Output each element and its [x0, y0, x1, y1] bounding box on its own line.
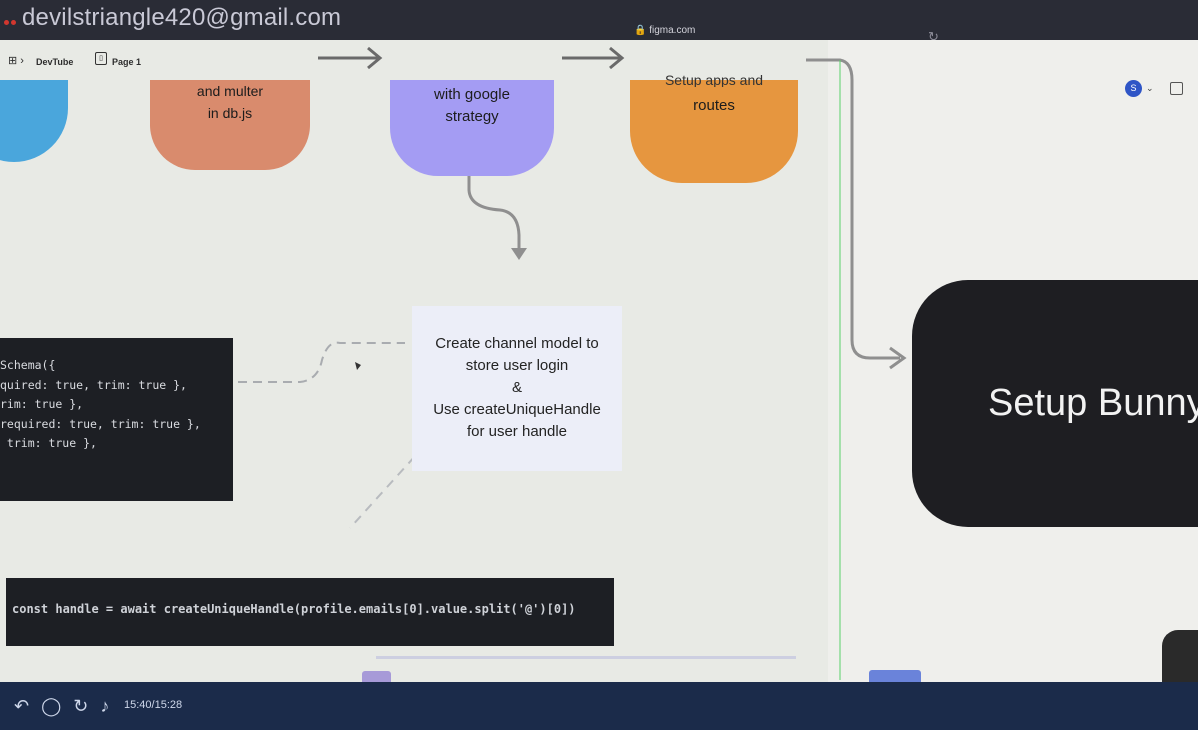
note-line: store user login [465, 357, 569, 374]
flow-node-db-multer[interactable]: and multer in db.js [150, 80, 310, 170]
code-line: Schema({ [0, 358, 56, 372]
code-line: trim: true }, [0, 436, 97, 450]
taskbar-time: 15:40/15:28 [124, 699, 183, 711]
page-selector[interactable]: Page 1 [112, 57, 141, 67]
sticky-note-channel-model[interactable]: Create channel model to store user login… [412, 306, 622, 471]
setup-title: Setup Bunny [988, 382, 1198, 424]
volume-icon[interactable]: ♪ [100, 696, 109, 716]
code-block-schema[interactable]: Schema({ quired: true, trim: true }, rim… [0, 338, 233, 501]
node-google-line1: with google [434, 86, 510, 103]
flow-node-routes[interactable]: Setup apps and routes [630, 73, 798, 183]
note-line: Create channel model to [435, 335, 599, 352]
code-block-handle[interactable]: const handle = await createUniqueHandle(… [6, 578, 614, 646]
url-bar[interactable]: 🔒 figma.com [634, 25, 695, 36]
device-edge [1162, 630, 1198, 682]
flow-node-google-strategy[interactable]: with google strategy [390, 80, 554, 176]
node-routes-line2: routes [693, 97, 735, 114]
window-controls[interactable] [4, 12, 18, 30]
account-email: devilstriangle420@gmail.com [22, 4, 342, 31]
flow-node-setup-bunny[interactable]: Setup Bunny [912, 280, 1198, 527]
note-line: & [511, 379, 522, 396]
avatar[interactable]: S [1125, 80, 1142, 97]
figma-canvas[interactable]: and multer in db.js with google strategy… [0, 40, 1198, 682]
faded-hint-text [376, 653, 796, 662]
note-line: Use createUniqueHandle [433, 401, 601, 418]
refresh-icon[interactable]: ↻ [73, 696, 88, 716]
minimize-dot-icon[interactable] [11, 20, 16, 25]
flow-node-blue[interactable] [0, 80, 68, 162]
node-db-line1: and multer [196, 83, 264, 99]
status-badge [869, 670, 921, 682]
node-db-line2: in db.js [207, 105, 253, 121]
note-line: for user handle [466, 423, 568, 440]
chevron-down-icon[interactable]: ⌄ [1146, 83, 1154, 94]
os-taskbar: ↶ ◯ ↻ ♪ 15:40/15:28 [0, 682, 1198, 730]
code-line: required: true, trim: true }, [0, 416, 201, 431]
file-name[interactable]: DevTube [36, 57, 73, 67]
close-dot-icon[interactable] [4, 20, 9, 25]
code-line: rim: true }, [0, 397, 84, 411]
back-icon[interactable]: ↶ [14, 696, 29, 716]
code-line: const handle = await createUniqueHandle(… [12, 602, 576, 616]
home-icon[interactable]: ◯ [41, 696, 61, 716]
code-line: quired: true, trim: true }, [0, 377, 187, 392]
node-routes-line1: Setup apps and [664, 73, 764, 87]
browser-top-bar: devilstriangle420@gmail.com 🔒 figma.com … [0, 0, 1198, 44]
page-icon: ▯ [95, 52, 107, 65]
figma-file-bar: ⊞ › DevTube ▯ Page 1 [0, 43, 150, 77]
layout-panel-icon[interactable] [1170, 82, 1183, 95]
taskbar-icons[interactable]: ↶ ◯ ↻ ♪ [14, 696, 116, 717]
node-google-line2: strategy [445, 108, 499, 125]
figma-menu-icon[interactable]: ⊞ › [8, 54, 24, 67]
dashed-connector-code-to-note [238, 341, 405, 383]
comment-button[interactable] [362, 671, 391, 682]
